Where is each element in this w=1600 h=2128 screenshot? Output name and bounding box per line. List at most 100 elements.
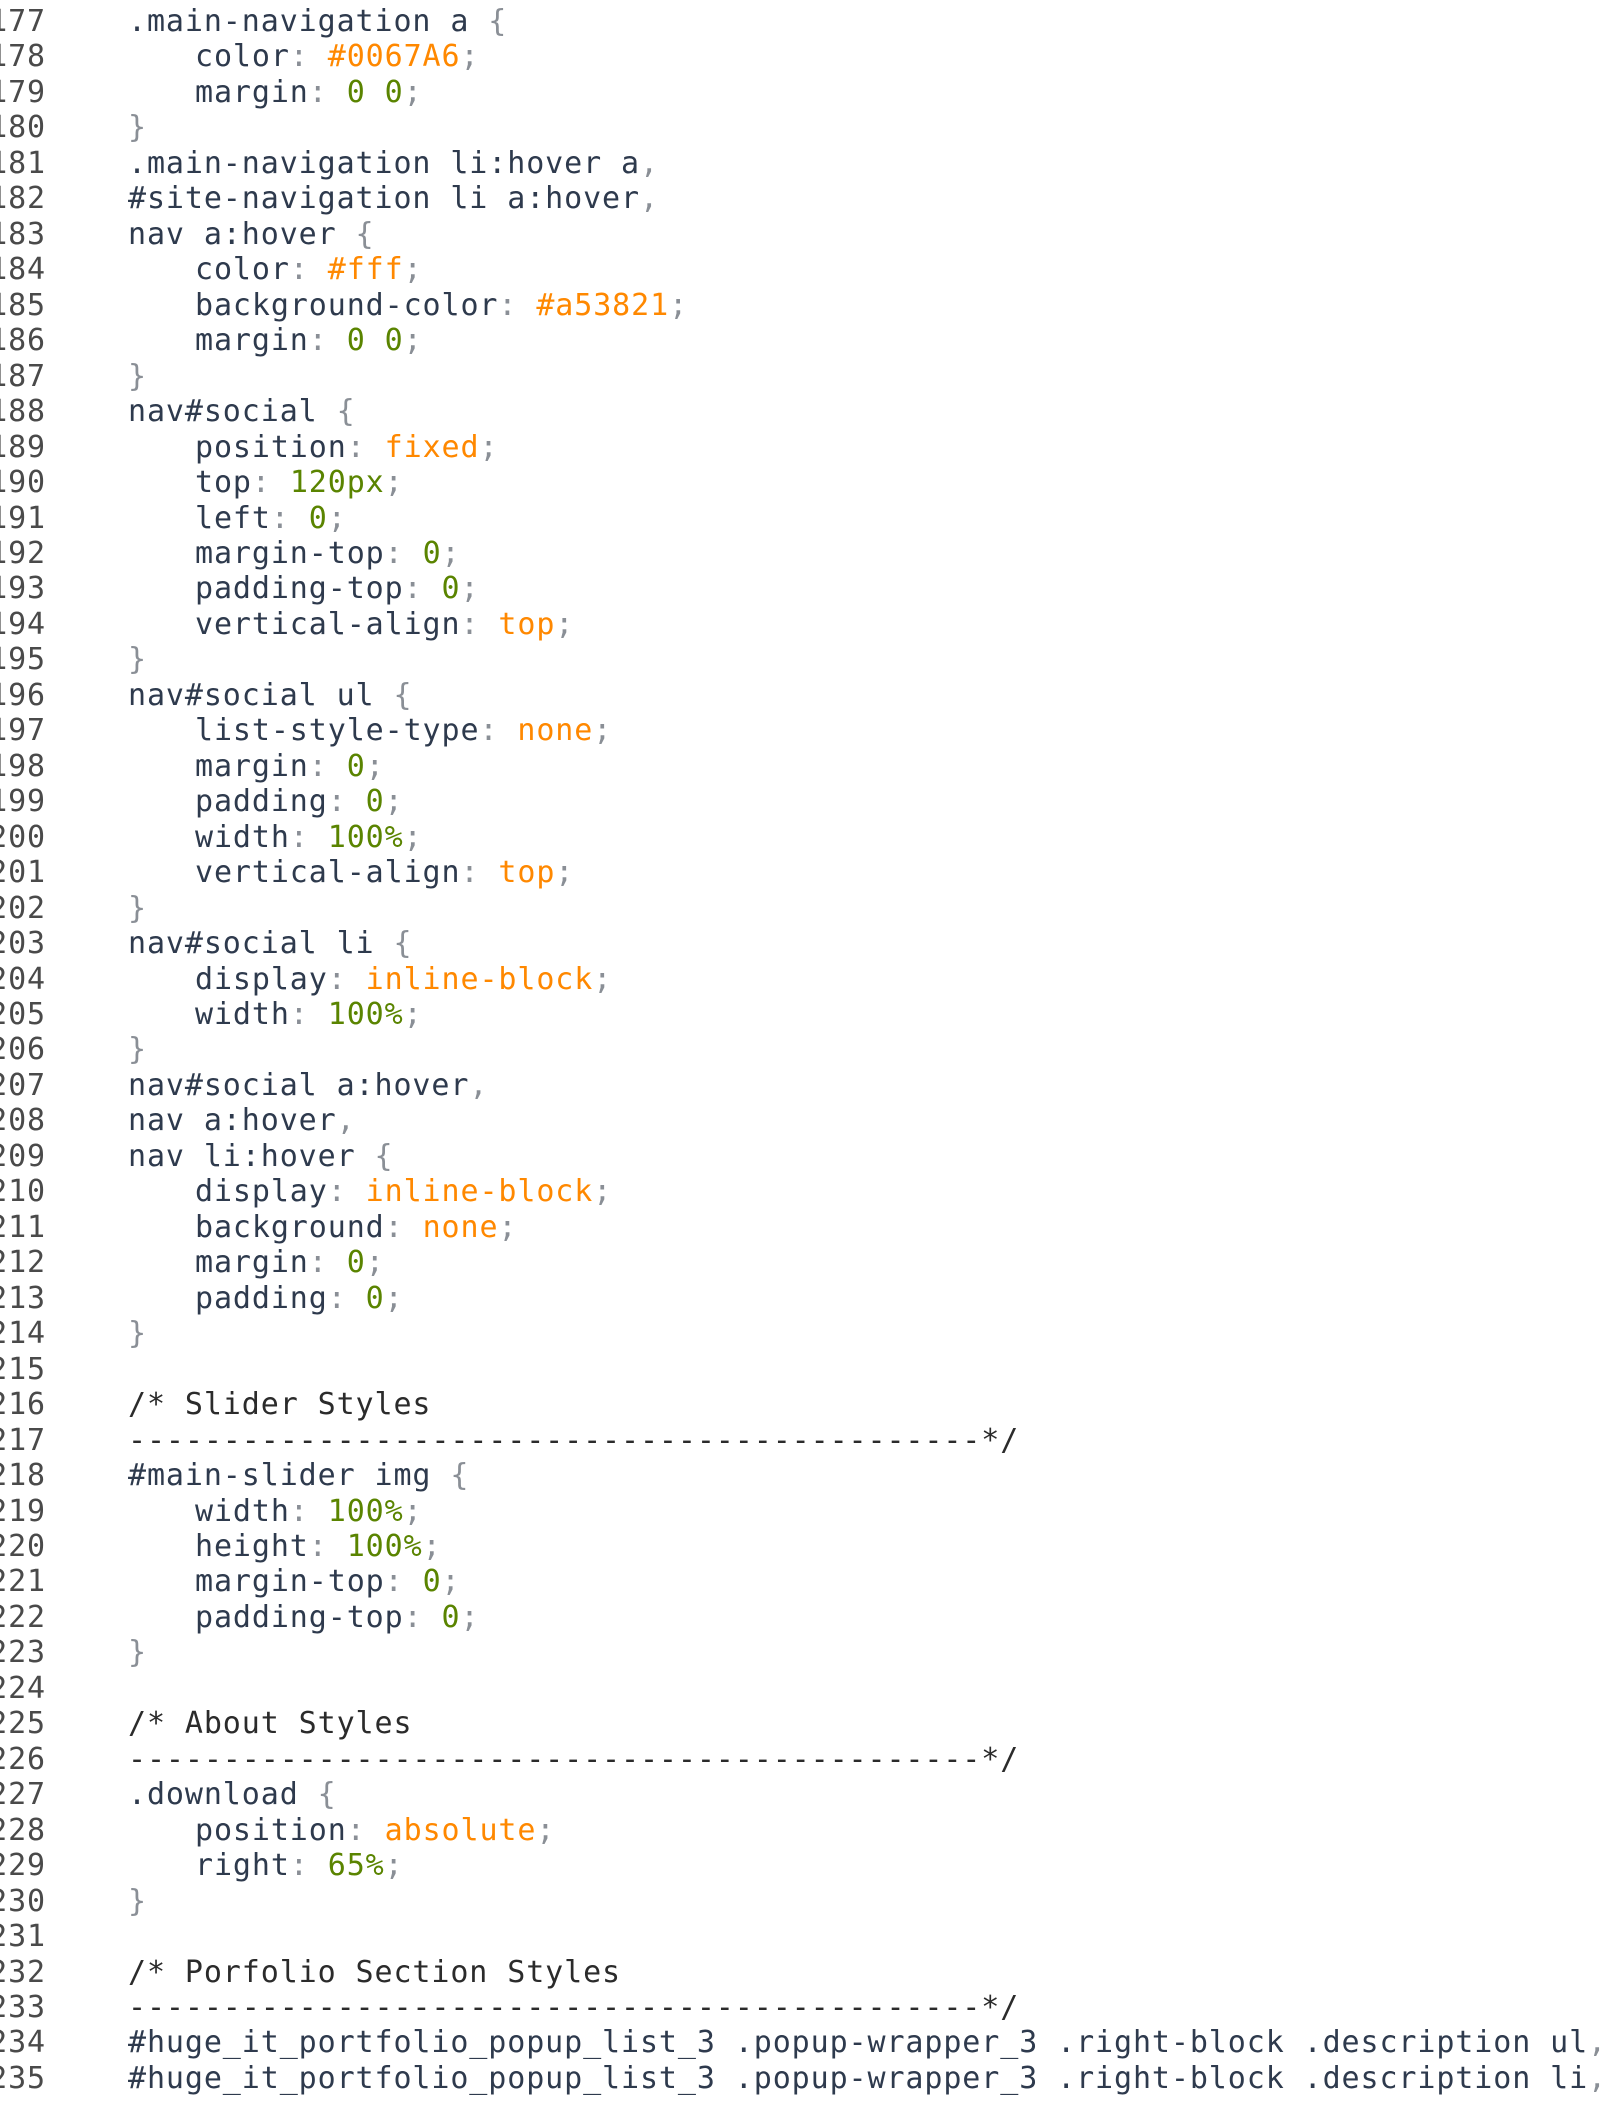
code-line[interactable]: 224 <box>0 1671 1600 1706</box>
line-number: 227 <box>0 1777 46 1813</box>
line-number: 220 <box>0 1528 46 1564</box>
line-number: 201 <box>0 855 46 891</box>
code-line[interactable]: 234 #huge_it_portfolio_popup_list_3 .popu… <box>0 2025 1600 2060</box>
code-content: ----------------------------------------… <box>128 1990 1019 2025</box>
css-number: 100% <box>327 819 404 855</box>
code-line[interactable]: 177 .main-navigation a { <box>0 4 1600 39</box>
code-line[interactable]: 210 display: inline-block; <box>0 1174 1600 1209</box>
code-line[interactable]: 235 #huge_it_portfolio_popup_list_3 .popu… <box>0 2061 1600 2096</box>
code-line[interactable]: 233 -------------------------------------… <box>0 1990 1600 2025</box>
css-punctuation: : <box>289 819 328 855</box>
css-punctuation: ; <box>555 855 575 891</box>
code-line[interactable]: 231 <box>0 1919 1600 1954</box>
code-line[interactable]: 198 margin: 0; <box>0 749 1600 784</box>
code-line[interactable]: 203 nav#social li { <box>0 926 1600 961</box>
code-line[interactable]: 229 right: 65%; <box>0 1848 1600 1883</box>
code-line[interactable]: 190 top: 120px; <box>0 465 1600 500</box>
code-line[interactable]: 193 padding-top: 0; <box>0 571 1600 606</box>
code-line[interactable]: 188 nav#social { <box>0 394 1600 429</box>
code-line[interactable]: 220 height: 100%; <box>0 1529 1600 1564</box>
css-property: padding-top <box>195 1599 404 1635</box>
code-line[interactable]: 225 /* About Styles <box>0 1706 1600 1741</box>
code-line[interactable]: 219 width: 100%; <box>0 1494 1600 1529</box>
code-line[interactable]: 197 list-style-type: none; <box>0 713 1600 748</box>
code-content: top: 120px; <box>195 465 404 500</box>
code-line[interactable]: 199 padding: 0; <box>0 784 1600 819</box>
css-selector: #huge_it_portfolio_popup_list_3 .popup-w… <box>128 2025 1589 2061</box>
code-line[interactable]: 217 -------------------------------------… <box>0 1423 1600 1458</box>
code-line[interactable]: 184 color: #fff; <box>0 252 1600 287</box>
code-line[interactable]: 228 position: absolute; <box>0 1813 1600 1848</box>
line-number: 189 <box>0 429 46 465</box>
code-line[interactable]: 191 left: 0; <box>0 501 1600 536</box>
line-number: 231 <box>0 1919 46 1955</box>
css-punctuation: : <box>327 1280 366 1316</box>
code-line[interactable]: 226 -------------------------------------… <box>0 1742 1600 1777</box>
code-line[interactable]: 194 vertical-align: top; <box>0 607 1600 642</box>
code-line[interactable]: 178 color: #0067A6; <box>0 39 1600 74</box>
css-punctuation: : <box>308 748 347 784</box>
css-punctuation: : <box>251 465 290 501</box>
code-line[interactable]: 180} <box>0 110 1600 145</box>
code-line[interactable]: 209 nav li:hover { <box>0 1139 1600 1174</box>
code-content: nav li:hover { <box>128 1139 393 1174</box>
code-line[interactable]: 207 nav#social a:hover, <box>0 1068 1600 1103</box>
code-line[interactable]: 182 #site-navigation li a:hover, <box>0 181 1600 216</box>
code-line[interactable]: 192 margin-top: 0; <box>0 536 1600 571</box>
code-line[interactable]: 208 nav a:hover, <box>0 1103 1600 1138</box>
code-line[interactable]: 181 .main-navigation li:hover a, <box>0 146 1600 181</box>
css-property: width <box>195 819 290 855</box>
code-line[interactable]: 230} <box>0 1884 1600 1919</box>
code-line[interactable]: 183 nav a:hover { <box>0 217 1600 252</box>
css-property: padding <box>195 1280 328 1316</box>
code-line[interactable]: 222 padding-top: 0; <box>0 1600 1600 1635</box>
code-line[interactable]: 211 background: none; <box>0 1210 1600 1245</box>
code-line[interactable]: 218 #main-slider img { <box>0 1458 1600 1493</box>
code-line[interactable]: 196 nav#social ul { <box>0 678 1600 713</box>
code-content: margin-top: 0; <box>195 1564 461 1599</box>
code-content: display: inline-block; <box>195 1174 612 1209</box>
css-number: 0 <box>422 535 442 571</box>
css-punctuation: , <box>469 1067 489 1103</box>
css-punctuation: { <box>317 1777 337 1813</box>
css-property: color <box>195 252 290 288</box>
line-number: 202 <box>0 890 46 926</box>
code-line[interactable]: 202} <box>0 891 1600 926</box>
line-number: 212 <box>0 1245 46 1281</box>
css-punctuation: } <box>128 890 147 926</box>
code-line[interactable]: 179 margin: 0 0; <box>0 75 1600 110</box>
code-line[interactable]: 200 width: 100%; <box>0 820 1600 855</box>
code-content: height: 100%; <box>195 1529 442 1564</box>
code-line[interactable]: 201 vertical-align: top; <box>0 855 1600 890</box>
code-line[interactable]: 205 width: 100%; <box>0 997 1600 1032</box>
css-comment: /* Porfolio Section Styles <box>128 1954 621 1990</box>
css-selector: nav a:hover <box>128 1103 337 1139</box>
css-value: fixed <box>384 429 480 465</box>
code-line[interactable]: 221 margin-top: 0; <box>0 1564 1600 1599</box>
code-line[interactable]: 227 .download { <box>0 1777 1600 1812</box>
line-number: 233 <box>0 1990 46 2025</box>
code-line[interactable]: 195} <box>0 642 1600 677</box>
code-line[interactable]: 214} <box>0 1316 1600 1351</box>
code-line[interactable]: 185 background-color: #a53821; <box>0 288 1600 323</box>
code-editor[interactable]: 177.main-navigation a {178color: #0067A6… <box>0 0 1600 2128</box>
line-number: 224 <box>0 1670 46 1706</box>
code-line[interactable]: 223} <box>0 1635 1600 1670</box>
code-line[interactable]: 189 position: fixed; <box>0 430 1600 465</box>
css-punctuation: , <box>639 145 659 181</box>
code-line[interactable]: 216 /* Slider Styles <box>0 1387 1600 1422</box>
code-line[interactable]: 212 margin: 0; <box>0 1245 1600 1280</box>
css-number: 0 0 <box>346 323 404 359</box>
css-comment: ----------------------------------------… <box>128 1741 1020 1777</box>
css-punctuation: ; <box>593 961 613 997</box>
code-line[interactable]: 204 display: inline-block; <box>0 962 1600 997</box>
code-line[interactable]: 215 <box>0 1352 1600 1387</box>
code-line[interactable]: 186 margin: 0 0; <box>0 323 1600 358</box>
code-line[interactable]: 213 padding: 0; <box>0 1281 1600 1316</box>
css-punctuation: { <box>355 216 375 252</box>
code-line[interactable]: 206} <box>0 1032 1600 1067</box>
css-value: #0067A6 <box>327 39 461 75</box>
code-line[interactable]: 187} <box>0 359 1600 394</box>
css-punctuation: } <box>128 358 147 394</box>
code-line[interactable]: 232 /* Porfolio Section Styles <box>0 1955 1600 1990</box>
